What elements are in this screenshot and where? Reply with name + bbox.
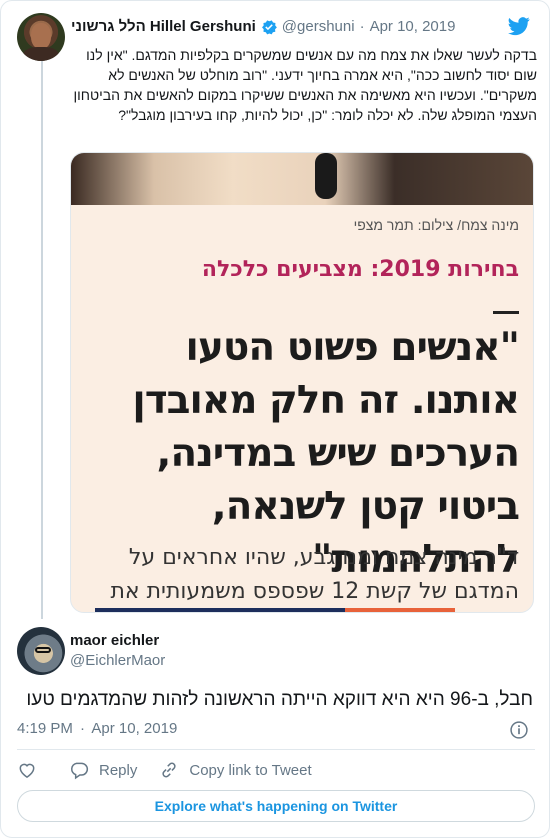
parent-tweet-text: בדקה לעשר שאלו את צמח מה עם אנשים שמשקרי…: [73, 47, 537, 123]
twitter-bird-icon[interactable]: [507, 15, 531, 37]
tweet-timestamp[interactable]: 4:19 PM · Apr 10, 2019: [17, 720, 177, 737]
separator-dot: ·: [80, 720, 86, 737]
author-name[interactable]: maor eichler: [70, 632, 159, 649]
reply-icon: [71, 762, 89, 780]
explore-button[interactable]: Explore what's happening on Twitter: [17, 790, 535, 822]
author-handle[interactable]: @gershuni: [282, 17, 355, 37]
tweet-time[interactable]: 4:19 PM: [17, 720, 73, 737]
like-button[interactable]: [17, 760, 47, 780]
divider: [17, 749, 535, 750]
separator-dot: ·: [359, 18, 365, 35]
avatar[interactable]: [17, 13, 65, 61]
accent-bar: [95, 608, 345, 612]
tweet-embed-card: הלל גרשוני Hillel Gershuni @gershuni · A…: [0, 0, 550, 838]
photo-strip: [71, 153, 533, 205]
parent-tweet-header: הלל גרשוני Hillel Gershuni @gershuni · A…: [71, 17, 511, 37]
divider-dash: [493, 311, 519, 314]
info-icon[interactable]: [509, 720, 529, 740]
copy-link-label: Copy link to Tweet: [189, 761, 312, 779]
thread-line: [41, 59, 43, 619]
tweet-actions: Reply Copy link to Tweet: [17, 758, 334, 782]
accent-bar: [345, 608, 455, 612]
author-name[interactable]: הלל גרשוני Hillel Gershuni: [71, 17, 256, 37]
heart-icon: [19, 763, 35, 778]
avatar[interactable]: [17, 627, 65, 675]
article-kicker: בחירות 2019: מצביעים כלכלה: [201, 257, 519, 282]
article-byline: ד"ר מינה צמח ומנו גבע, שהיו אחראים על המ…: [110, 545, 519, 604]
tweet-media-image[interactable]: מינה צמח/ צילום: תמר מצפי בחירות 2019: מ…: [70, 152, 534, 613]
author-handle[interactable]: @EichlerMaor: [70, 652, 165, 669]
reply-button[interactable]: Reply: [69, 760, 137, 780]
tweet-date[interactable]: Apr 10, 2019: [91, 720, 177, 737]
reply-tweet-text: חבל, ב-96 היא היא דווקא הייתה הראשונה לז…: [26, 689, 533, 710]
verified-badge-icon: [261, 20, 277, 35]
tweet-date[interactable]: Apr 10, 2019: [370, 17, 456, 37]
copy-link-button[interactable]: Copy link to Tweet: [159, 760, 312, 780]
reply-label: Reply: [99, 761, 138, 779]
photo-credit: מינה צמח/ צילום: תמר מצפי: [353, 217, 519, 233]
link-icon: [162, 762, 176, 778]
